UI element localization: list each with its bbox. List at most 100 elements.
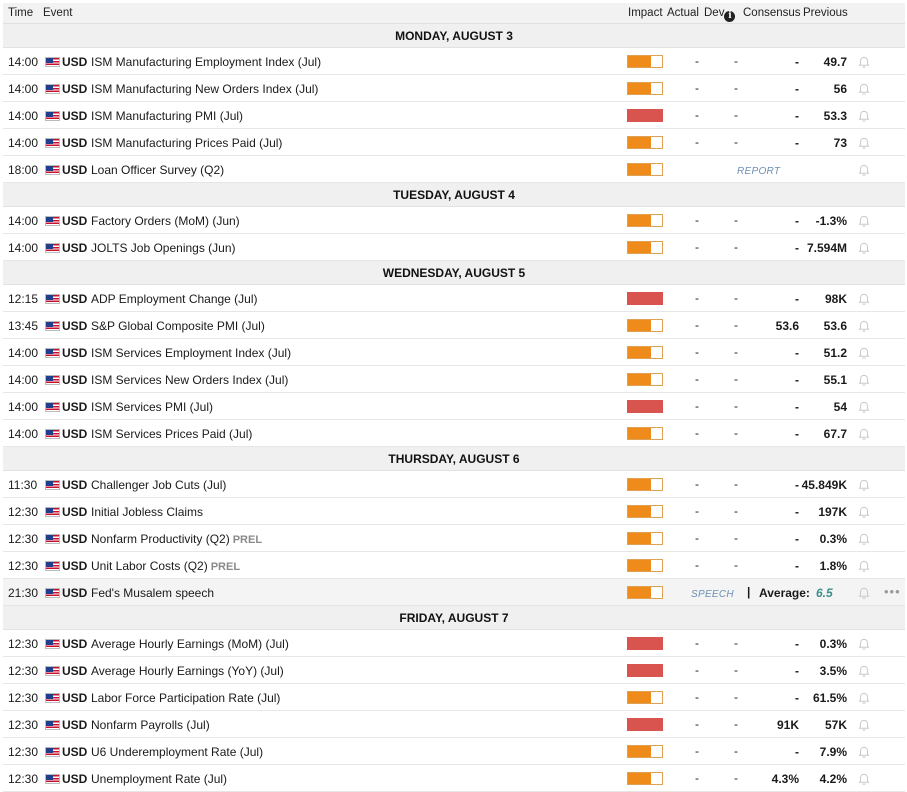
event-name[interactable]: ISM Services Prices Paid (Jul) (91, 427, 252, 441)
header-previous[interactable]: Previous (803, 7, 848, 19)
bell-icon[interactable] (857, 533, 871, 546)
event-time: 13:45 (8, 319, 39, 333)
table-row[interactable]: 14:00 USD ISM Services PMI (Jul) - - - 54 (3, 393, 905, 420)
bell-icon[interactable] (857, 347, 871, 360)
consensus-value: - (795, 745, 799, 759)
bell-icon[interactable] (857, 320, 871, 333)
impact-fill (628, 719, 662, 730)
actual-value: - (695, 54, 699, 68)
us-flag-icon (45, 348, 60, 358)
event-name[interactable]: Loan Officer Survey (Q2) (91, 163, 224, 177)
event-name[interactable]: Labor Force Participation Rate (Jul) (91, 691, 280, 705)
bell-icon[interactable] (857, 83, 871, 96)
bell-icon[interactable] (857, 692, 871, 705)
header-event[interactable]: Event (43, 7, 72, 19)
event-name-text: Unemployment Rate (Jul) (91, 772, 228, 786)
event-name[interactable]: Factory Orders (MoM) (Jun) (91, 214, 240, 228)
table-row[interactable]: 12:15 USD ADP Employment Change (Jul) - - - 98… (3, 285, 905, 312)
event-name[interactable]: ISM Services New Orders Index (Jul) (91, 373, 288, 387)
event-name[interactable]: Unemployment Rate (Jul) (91, 772, 227, 786)
table-row[interactable]: 12:30 USD Nonfarm Payrolls (Jul) - - 91K 57K (3, 711, 905, 738)
event-name[interactable]: ISM Manufacturing Prices Paid (Jul) (91, 136, 282, 150)
table-row[interactable]: 14:00 USD JOLTS Job Openings (Jun) - - -7.594… (3, 234, 905, 261)
table-row[interactable]: 12:30 USD Unit Labor Costs (Q2) PREL - - - 1.8% (3, 552, 905, 579)
bell-icon[interactable] (857, 746, 871, 759)
header-impact[interactable]: Impact (628, 7, 663, 19)
bell-icon[interactable] (857, 560, 871, 573)
bell-icon[interactable] (857, 374, 871, 387)
dev-value: - (734, 240, 738, 254)
bell-icon[interactable] (857, 401, 871, 414)
bell-icon[interactable] (857, 773, 871, 786)
bell-icon[interactable] (857, 479, 871, 492)
table-row[interactable]: 14:00 USD ISM Services Employment Index (J… (3, 339, 905, 366)
header-actual[interactable]: Actual (667, 7, 699, 19)
table-row[interactable]: 12:30 USD Average Hourly Earnings (MoM) (J… (3, 630, 905, 657)
bell-icon[interactable] (857, 428, 871, 441)
actual-value: - (695, 531, 699, 545)
table-row[interactable]: 12:30 USD Labor Force Participation Rate (… (3, 684, 905, 711)
table-row[interactable]: 18:00 USD Loan Officer Survey (Q2) REPORT (3, 156, 905, 183)
event-name[interactable]: ISM Services Employment Index (Jul) (91, 346, 291, 360)
bell-icon[interactable] (857, 665, 871, 678)
event-name[interactable]: Average Hourly Earnings (MoM) (Jul) (91, 637, 289, 651)
event-name[interactable]: ISM Manufacturing Employment Index (Jul) (91, 55, 321, 69)
event-name[interactable]: Nonfarm Productivity (Q2) PREL (91, 532, 262, 546)
bell-icon[interactable] (857, 719, 871, 732)
event-name[interactable]: ISM Services PMI (Jul) (91, 400, 213, 414)
bell-icon[interactable] (857, 56, 871, 69)
table-row[interactable]: 12:30 USD U6 Underemployment Rate (Jul) - - -… (3, 738, 905, 765)
event-name[interactable]: Unit Labor Costs (Q2) PREL (91, 559, 240, 573)
table-row[interactable]: 12:30 USD Average Hourly Earnings (YoY) (J… (3, 657, 905, 684)
table-row[interactable]: 14:00 USD ISM Manufacturing New Orders Ind… (3, 75, 905, 102)
event-name-text: Challenger Job Cuts (Jul) (91, 478, 227, 492)
event-name[interactable]: Initial Jobless Claims (91, 505, 203, 519)
bell-icon[interactable] (857, 638, 871, 651)
table-row[interactable]: 14:00 USD ISM Manufacturing Employment Ind… (3, 48, 905, 75)
event-time: 14:00 (8, 214, 39, 228)
event-name[interactable]: Nonfarm Payrolls (Jul) (91, 718, 210, 732)
more-icon[interactable]: ••• (884, 584, 901, 599)
event-name[interactable]: Challenger Job Cuts (Jul) (91, 478, 226, 492)
speech-badge[interactable]: SPEECH (687, 588, 738, 601)
us-flag-icon (45, 666, 60, 676)
table-row[interactable]: 12:30 USD Nonfarm Productivity (Q2) PREL - - -… (3, 525, 905, 552)
table-row[interactable]: 12:30 USD Initial Jobless Claims - - - 197K (3, 498, 905, 525)
bell-icon[interactable] (857, 215, 871, 228)
separator: | (747, 585, 751, 599)
dev-value: - (734, 81, 738, 95)
event-name[interactable]: Average Hourly Earnings (YoY) (Jul) (91, 664, 284, 678)
header-consensus[interactable]: Consensus (743, 7, 801, 19)
bell-icon[interactable] (857, 110, 871, 123)
table-row[interactable]: 14:00 USD ISM Services New Orders Index (J… (3, 366, 905, 393)
table-row[interactable]: 14:00 USD ISM Manufacturing Prices Paid (J… (3, 129, 905, 156)
event-name[interactable]: JOLTS Job Openings (Jun) (91, 241, 236, 255)
event-name[interactable]: S&P Global Composite PMI (Jul) (91, 319, 265, 333)
table-row[interactable]: 14:00 USD ISM Services Prices Paid (Jul) - -… (3, 420, 905, 447)
header-dev[interactable]: Dev i (704, 7, 736, 22)
table-row[interactable]: 21:30 USD Fed's Musalem speech SPEECH | Avera… (3, 579, 905, 606)
event-name-text: JOLTS Job Openings (Jun) (91, 241, 236, 255)
event-name[interactable]: U6 Underemployment Rate (Jul) (91, 745, 263, 759)
bell-icon[interactable] (857, 137, 871, 150)
event-name[interactable]: ISM Manufacturing PMI (Jul) (91, 109, 243, 123)
event-name-text: Average Hourly Earnings (MoM) (Jul) (91, 637, 289, 651)
table-row[interactable]: 14:00 USD Factory Orders (MoM) (Jun) - - - -1.… (3, 207, 905, 234)
info-icon[interactable]: i (724, 11, 736, 22)
bell-icon[interactable] (857, 164, 871, 177)
event-name[interactable]: Fed's Musalem speech (91, 586, 214, 600)
previous-value: 1.8% (819, 559, 847, 573)
report-badge[interactable]: REPORT (733, 165, 784, 178)
bell-icon[interactable] (857, 293, 871, 306)
consensus-value: - (795, 136, 799, 150)
event-name[interactable]: ADP Employment Change (Jul) (91, 292, 258, 306)
header-time[interactable]: Time (8, 7, 33, 19)
bell-icon[interactable] (857, 506, 871, 519)
bell-icon[interactable] (857, 242, 871, 255)
bell-icon[interactable] (857, 587, 871, 600)
table-row[interactable]: 13:45 USD S&P Global Composite PMI (Jul) - -… (3, 312, 905, 339)
table-row[interactable]: 11:30 USD Challenger Job Cuts (Jul) - - -45.8… (3, 471, 905, 498)
us-flag-icon (45, 57, 60, 67)
table-row[interactable]: 14:00 USD ISM Manufacturing PMI (Jul) - - - 53… (3, 102, 905, 129)
event-name[interactable]: ISM Manufacturing New Orders Index (Jul) (91, 82, 318, 96)
